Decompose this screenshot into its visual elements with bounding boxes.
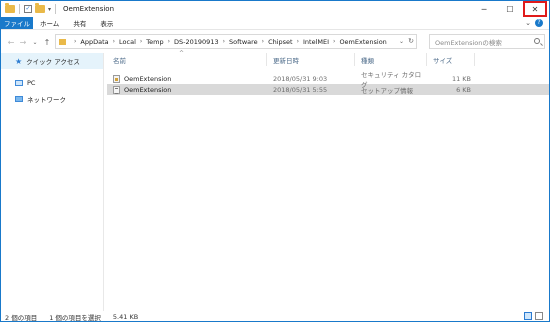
address-dropdown-icon[interactable]: ⌄ bbox=[399, 38, 404, 45]
search-input[interactable]: OemExtensionの検索 bbox=[429, 34, 545, 49]
column-header-type[interactable]: 種類 bbox=[355, 53, 427, 66]
back-arrow-icon[interactable]: ← bbox=[5, 38, 17, 47]
close-button[interactable]: ✕ bbox=[523, 1, 547, 17]
tab-view[interactable]: 表示 bbox=[93, 17, 120, 29]
breadcrumb-separator-icon[interactable]: › bbox=[223, 38, 225, 45]
nav-item-quick-access[interactable]: ★ クイック アクセス bbox=[1, 53, 103, 69]
title-bar: ✓ ▾ OemExtension ─ ☐ ✕ bbox=[1, 1, 549, 17]
customize-toolbar-dropdown-icon[interactable]: ▾ bbox=[48, 6, 51, 13]
breadcrumb-separator-icon[interactable]: › bbox=[168, 38, 170, 45]
large-icons-view-icon[interactable] bbox=[535, 312, 543, 320]
file-name: OemExtension bbox=[124, 74, 172, 83]
explorer-window: ✓ ▾ OemExtension ─ ☐ ✕ ファイル ホーム 共有 表示 ⌄ … bbox=[0, 0, 550, 322]
view-switcher bbox=[524, 312, 543, 320]
nav-item-pc[interactable]: PC bbox=[1, 75, 103, 91]
breadcrumb-temp[interactable]: Temp bbox=[146, 38, 163, 46]
file-date: 2018/05/31 9:03 bbox=[273, 74, 328, 83]
column-header-date[interactable]: 更新日時 bbox=[267, 53, 355, 66]
tab-home[interactable]: ホーム bbox=[33, 17, 66, 29]
folder-icon bbox=[5, 3, 15, 13]
toolbar-divider bbox=[55, 4, 57, 14]
forward-arrow-icon[interactable]: → bbox=[17, 38, 29, 47]
search-placeholder: OemExtensionの検索 bbox=[435, 38, 502, 47]
pc-icon bbox=[15, 80, 23, 86]
up-arrow-icon[interactable]: ↑ bbox=[41, 38, 53, 47]
column-header-row: 名前 更新日時 種類 サイズ bbox=[107, 53, 549, 66]
expand-ribbon-chevron-icon[interactable]: ⌄ bbox=[525, 19, 531, 27]
nav-item-label: クイック アクセス bbox=[26, 58, 80, 66]
column-header-size[interactable]: サイズ bbox=[427, 53, 475, 66]
status-item-count: 2 個の項目 bbox=[5, 313, 38, 322]
window-controls: ─ ☐ ✕ bbox=[471, 1, 549, 17]
status-bar: 2 個の項目 1 個の項目を選択 5.41 KB bbox=[1, 311, 549, 322]
nav-item-label: PC bbox=[27, 79, 36, 87]
file-row[interactable]: OemExtension 2018/05/31 9:03 セキュリティ カタログ… bbox=[107, 70, 549, 89]
breadcrumb-chipset[interactable]: Chipset bbox=[268, 38, 293, 46]
file-date: 2018/05/31 5:55 bbox=[273, 85, 328, 94]
tab-file[interactable]: ファイル bbox=[1, 17, 33, 29]
breadcrumb-ds-folder[interactable]: DS-20190913 bbox=[174, 38, 219, 46]
breadcrumb-separator-icon[interactable]: › bbox=[333, 38, 335, 45]
ribbon-tabs: ファイル ホーム 共有 表示 ⌄ ? bbox=[1, 17, 549, 30]
column-header-name[interactable]: 名前 bbox=[107, 53, 267, 66]
file-size: 6 KB bbox=[456, 85, 471, 94]
toolbar-divider bbox=[19, 4, 20, 14]
ribbon-controls: ⌄ ? bbox=[525, 17, 549, 29]
file-row[interactable]: OemExtension 2018/05/31 5:55 セットアップ情報 6 … bbox=[107, 84, 549, 95]
navigation-bar: ← → ⌄ ↑ › AppData › Local › Temp › DS-20… bbox=[1, 32, 549, 52]
catalog-file-icon bbox=[113, 74, 120, 83]
new-folder-icon[interactable] bbox=[35, 3, 45, 13]
help-icon[interactable]: ? bbox=[535, 19, 543, 27]
search-icon bbox=[534, 38, 540, 44]
window-title: OemExtension bbox=[63, 5, 115, 13]
breadcrumb-oemextension[interactable]: OemExtension bbox=[339, 38, 386, 46]
status-size: 5.41 KB bbox=[112, 312, 139, 321]
nav-item-network[interactable]: ネットワーク bbox=[1, 91, 103, 107]
folder-icon bbox=[59, 38, 66, 45]
file-type: セットアップ情報 bbox=[361, 86, 413, 95]
breadcrumb-separator-icon[interactable]: › bbox=[74, 38, 76, 45]
recent-locations-dropdown-icon[interactable]: ⌄ bbox=[29, 39, 41, 46]
sort-indicator-icon: ^ bbox=[179, 50, 185, 57]
file-list: ^ 名前 更新日時 種類 サイズ OemExtension 2018/05/31… bbox=[107, 50, 549, 95]
tab-share[interactable]: 共有 bbox=[66, 17, 93, 29]
breadcrumb-separator-icon[interactable]: › bbox=[113, 38, 115, 45]
quick-access-toolbar: ✓ ▾ bbox=[1, 3, 57, 14]
breadcrumb-software[interactable]: Software bbox=[229, 38, 258, 46]
navigation-pane: ★ クイック アクセス PC ネットワーク bbox=[1, 53, 104, 311]
breadcrumb-separator-icon[interactable]: › bbox=[262, 38, 264, 45]
refresh-icon[interactable]: ↻ bbox=[408, 37, 414, 45]
properties-icon[interactable]: ✓ bbox=[24, 5, 32, 13]
breadcrumb-separator-icon[interactable]: › bbox=[297, 38, 299, 45]
minimize-button[interactable]: ─ bbox=[471, 1, 497, 17]
setup-info-file-icon bbox=[113, 85, 120, 94]
breadcrumb-intelmei[interactable]: IntelMEI bbox=[303, 38, 329, 46]
breadcrumb-separator-icon[interactable]: › bbox=[140, 38, 142, 45]
status-selection: 1 個の項目を選択 bbox=[49, 313, 101, 322]
star-icon: ★ bbox=[15, 56, 23, 66]
address-bar[interactable]: › AppData › Local › Temp › DS-20190913 ›… bbox=[55, 34, 417, 49]
network-icon bbox=[15, 96, 23, 102]
file-name: OemExtension bbox=[124, 85, 172, 94]
maximize-button[interactable]: ☐ bbox=[497, 1, 523, 17]
file-size: 11 KB bbox=[451, 74, 471, 83]
file-type: セキュリティ カタログ bbox=[361, 70, 422, 89]
breadcrumb-appdata[interactable]: AppData bbox=[80, 38, 108, 46]
breadcrumb-local[interactable]: Local bbox=[119, 38, 136, 46]
details-view-icon[interactable] bbox=[524, 312, 532, 320]
nav-item-label: ネットワーク bbox=[27, 96, 66, 104]
